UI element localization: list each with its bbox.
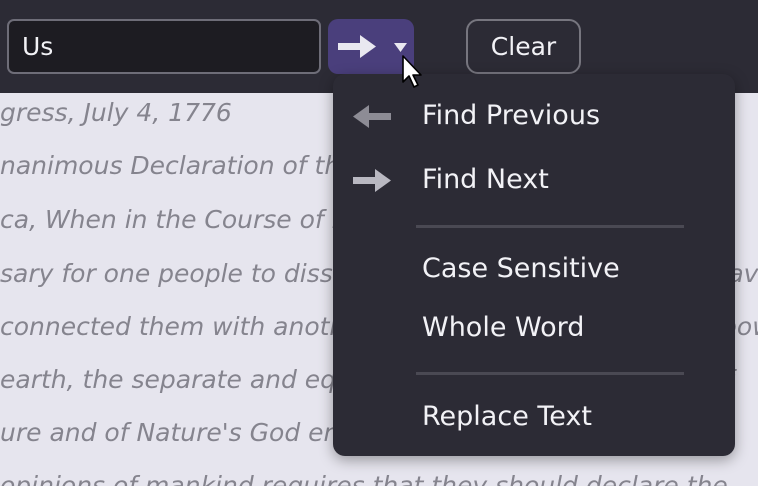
mouse-pointer-icon — [402, 55, 422, 88]
menu-item-label: Whole Word — [422, 312, 585, 343]
arrow-left-icon — [353, 105, 391, 128]
menu-item-label: Find Next — [422, 164, 549, 195]
menu-item-replace-text[interactable]: Replace Text — [333, 392, 735, 442]
menu-item-label: Replace Text — [422, 401, 592, 432]
document-line: opinions of mankind requires that they s… — [0, 471, 728, 486]
menu-item-label: Case Sensitive — [422, 253, 620, 284]
arrow-right-icon — [353, 169, 391, 192]
menu-item-label: Find Previous — [422, 100, 601, 131]
caret-down-icon[interactable] — [394, 43, 407, 52]
arrow-right-icon — [338, 35, 376, 58]
document-line: gress, July 4, 1776 — [0, 98, 232, 127]
menu-separator — [416, 372, 684, 375]
menu-item-find-previous[interactable]: Find Previous — [333, 91, 735, 141]
menu-separator — [416, 225, 684, 228]
menu-item-case-sensitive[interactable]: Case Sensitive — [333, 244, 735, 294]
menu-item-whole-word[interactable]: Whole Word — [333, 303, 735, 353]
menu-item-find-next[interactable]: Find Next — [333, 155, 735, 205]
find-options-menu: Find Previous Find Next Case Sensitive W… — [333, 74, 735, 456]
search-input[interactable] — [7, 19, 321, 74]
clear-button[interactable]: Clear — [466, 19, 581, 74]
